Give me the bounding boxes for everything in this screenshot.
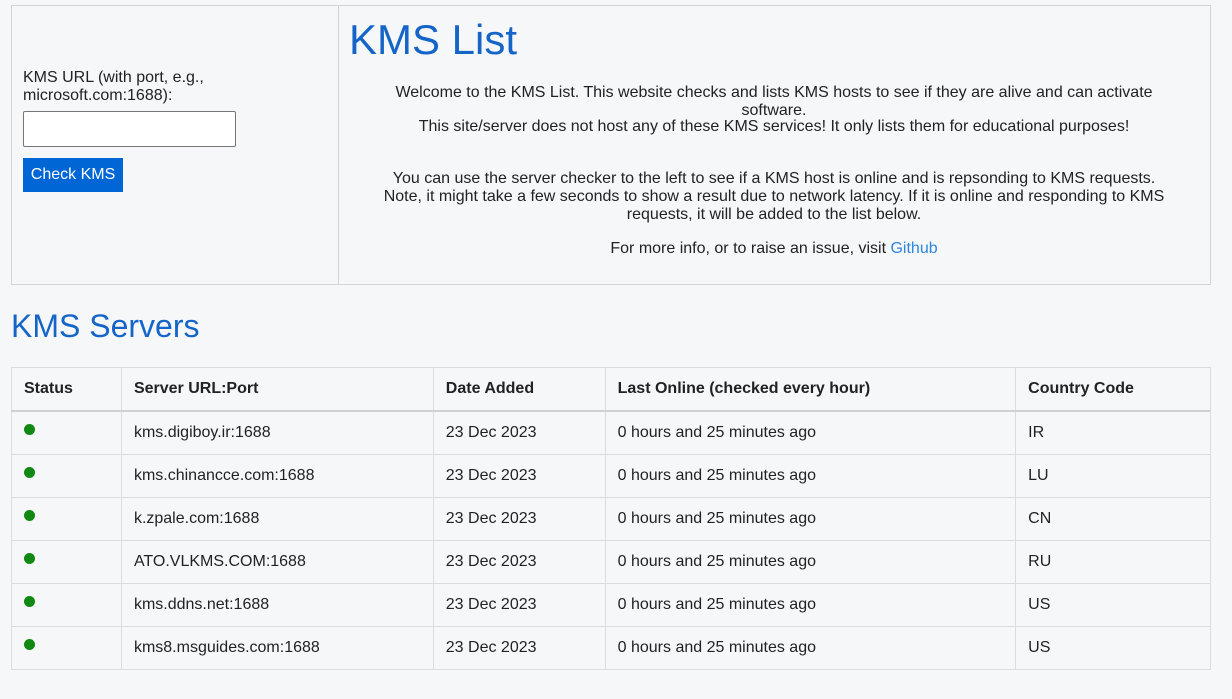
column-header-last-online: Last Online (checked every hour) — [604, 367, 1017, 412]
status-cell — [11, 410, 122, 455]
country-code-cell: US — [1015, 626, 1211, 670]
table-row: kms.chinancce.com:1688 23 Dec 2023 0 hou… — [11, 454, 1211, 498]
last-online-cell: 0 hours and 25 minutes ago — [604, 454, 1017, 498]
date-added-cell: 23 Dec 2023 — [432, 626, 606, 670]
kms-checker-panel: KMS URL (with port, e.g., microsoft.com:… — [12, 6, 339, 284]
country-code-cell: RU — [1015, 540, 1211, 584]
country-code-cell: IR — [1015, 410, 1211, 455]
more-info-text: For more info, or to raise an issue, vis… — [379, 240, 1169, 258]
country-code-cell: LU — [1015, 454, 1211, 498]
country-code-cell: US — [1015, 583, 1211, 627]
github-link[interactable]: Github — [890, 240, 937, 257]
column-header-date: Date Added — [432, 367, 606, 412]
date-added-cell: 23 Dec 2023 — [432, 410, 606, 455]
online-status-icon — [24, 424, 35, 435]
last-online-cell: 0 hours and 25 minutes ago — [604, 497, 1017, 541]
last-online-cell: 0 hours and 25 minutes ago — [604, 540, 1017, 584]
table-header-row: Status Server URL:Port Date Added Last O… — [11, 367, 1211, 412]
server-url-cell: kms8.msguides.com:1688 — [120, 626, 434, 670]
column-header-status: Status — [11, 367, 122, 412]
last-online-cell: 0 hours and 25 minutes ago — [604, 626, 1017, 670]
table-row: k.zpale.com:1688 23 Dec 2023 0 hours and… — [11, 497, 1211, 541]
online-status-icon — [24, 553, 35, 564]
date-added-cell: 23 Dec 2023 — [432, 454, 606, 498]
table-row: kms.ddns.net:1688 23 Dec 2023 0 hours an… — [11, 583, 1211, 627]
kms-url-input[interactable] — [23, 111, 236, 147]
column-header-url: Server URL:Port — [120, 367, 434, 412]
date-added-cell: 23 Dec 2023 — [432, 497, 606, 541]
date-added-cell: 23 Dec 2023 — [432, 583, 606, 627]
status-cell — [11, 583, 122, 627]
online-status-icon — [24, 596, 35, 607]
header-panel: KMS URL (with port, e.g., microsoft.com:… — [11, 5, 1211, 285]
server-url-cell: ATO.VLKMS.COM:1688 — [120, 540, 434, 584]
info-panel: KMS List Welcome to the KMS List. This w… — [339, 6, 1210, 284]
column-header-country: Country Code — [1015, 367, 1211, 412]
online-status-icon — [24, 510, 35, 521]
country-code-cell: CN — [1015, 497, 1211, 541]
server-url-cell: kms.ddns.net:1688 — [120, 583, 434, 627]
servers-table: Status Server URL:Port Date Added Last O… — [11, 367, 1211, 670]
table-row: ATO.VLKMS.COM:1688 23 Dec 2023 0 hours a… — [11, 540, 1211, 584]
welcome-text: Welcome to the KMS List. This website ch… — [395, 84, 1153, 119]
servers-section-title: KMS Servers — [11, 308, 200, 344]
status-cell — [11, 626, 122, 670]
page-title: KMS List — [349, 16, 518, 63]
server-url-cell: kms.chinancce.com:1688 — [120, 454, 434, 498]
online-status-icon — [24, 467, 35, 478]
server-url-cell: k.zpale.com:1688 — [120, 497, 434, 541]
more-info-prefix: For more info, or to raise an issue, vis… — [610, 240, 891, 257]
status-cell — [11, 454, 122, 498]
date-added-cell: 23 Dec 2023 — [432, 540, 606, 584]
table-row: kms8.msguides.com:1688 23 Dec 2023 0 hou… — [11, 626, 1211, 670]
server-url-cell: kms.digiboy.ir:1688 — [120, 410, 434, 455]
disclaimer-text: This site/server does not host any of th… — [418, 118, 1130, 135]
check-kms-button[interactable]: Check KMS — [23, 158, 123, 192]
status-cell — [11, 497, 122, 541]
online-status-icon — [24, 639, 35, 650]
status-cell — [11, 540, 122, 584]
table-row: kms.digiboy.ir:1688 23 Dec 2023 0 hours … — [11, 410, 1211, 455]
checker-instructions-text: You can use the server checker to the le… — [383, 170, 1165, 223]
kms-url-label: KMS URL (with port, e.g., microsoft.com:… — [23, 69, 204, 104]
last-online-cell: 0 hours and 25 minutes ago — [604, 410, 1017, 455]
last-online-cell: 0 hours and 25 minutes ago — [604, 583, 1017, 627]
